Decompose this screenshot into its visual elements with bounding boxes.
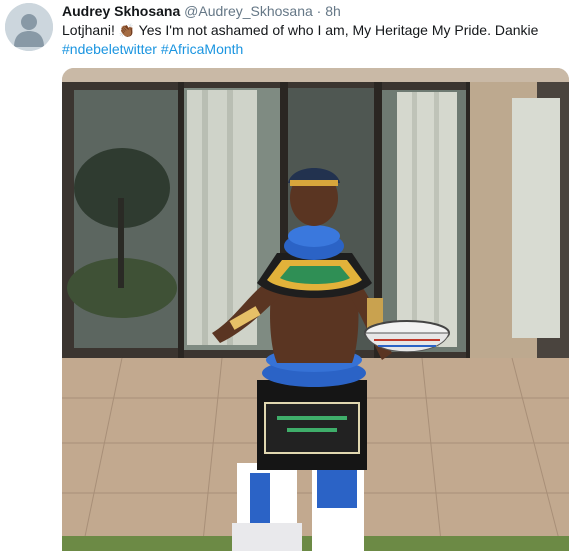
- header-separator: ·: [316, 3, 322, 19]
- tweet-photo[interactable]: [62, 68, 569, 551]
- default-profile-icon: [5, 3, 53, 51]
- avatar[interactable]: [5, 3, 53, 51]
- hashtag-link[interactable]: #AfricaMonth: [161, 41, 243, 57]
- tweet[interactable]: Audrey Skhosana @Audrey_Skhosana · 8h Lo…: [0, 0, 575, 551]
- tweet-timestamp[interactable]: 8h: [325, 3, 341, 19]
- tweet-header: Audrey Skhosana @Audrey_Skhosana · 8h: [62, 2, 341, 20]
- clapping-hands-icon: 👏🏾: [118, 23, 136, 38]
- tweet-text: Lotjhani! 👏🏾 Yes I'm not ashamed of who …: [62, 21, 567, 59]
- author-name[interactable]: Audrey Skhosana: [62, 3, 180, 19]
- tweet-text-greeting: Lotjhani!: [62, 22, 115, 38]
- author-handle[interactable]: @Audrey_Skhosana: [184, 3, 313, 19]
- photo-woman-traditional-ndebele-attire: [62, 68, 569, 551]
- tweet-text-body: Yes I'm not ashamed of who I am, My Heri…: [138, 22, 539, 38]
- hashtag-link[interactable]: #ndebeletwitter: [62, 41, 157, 57]
